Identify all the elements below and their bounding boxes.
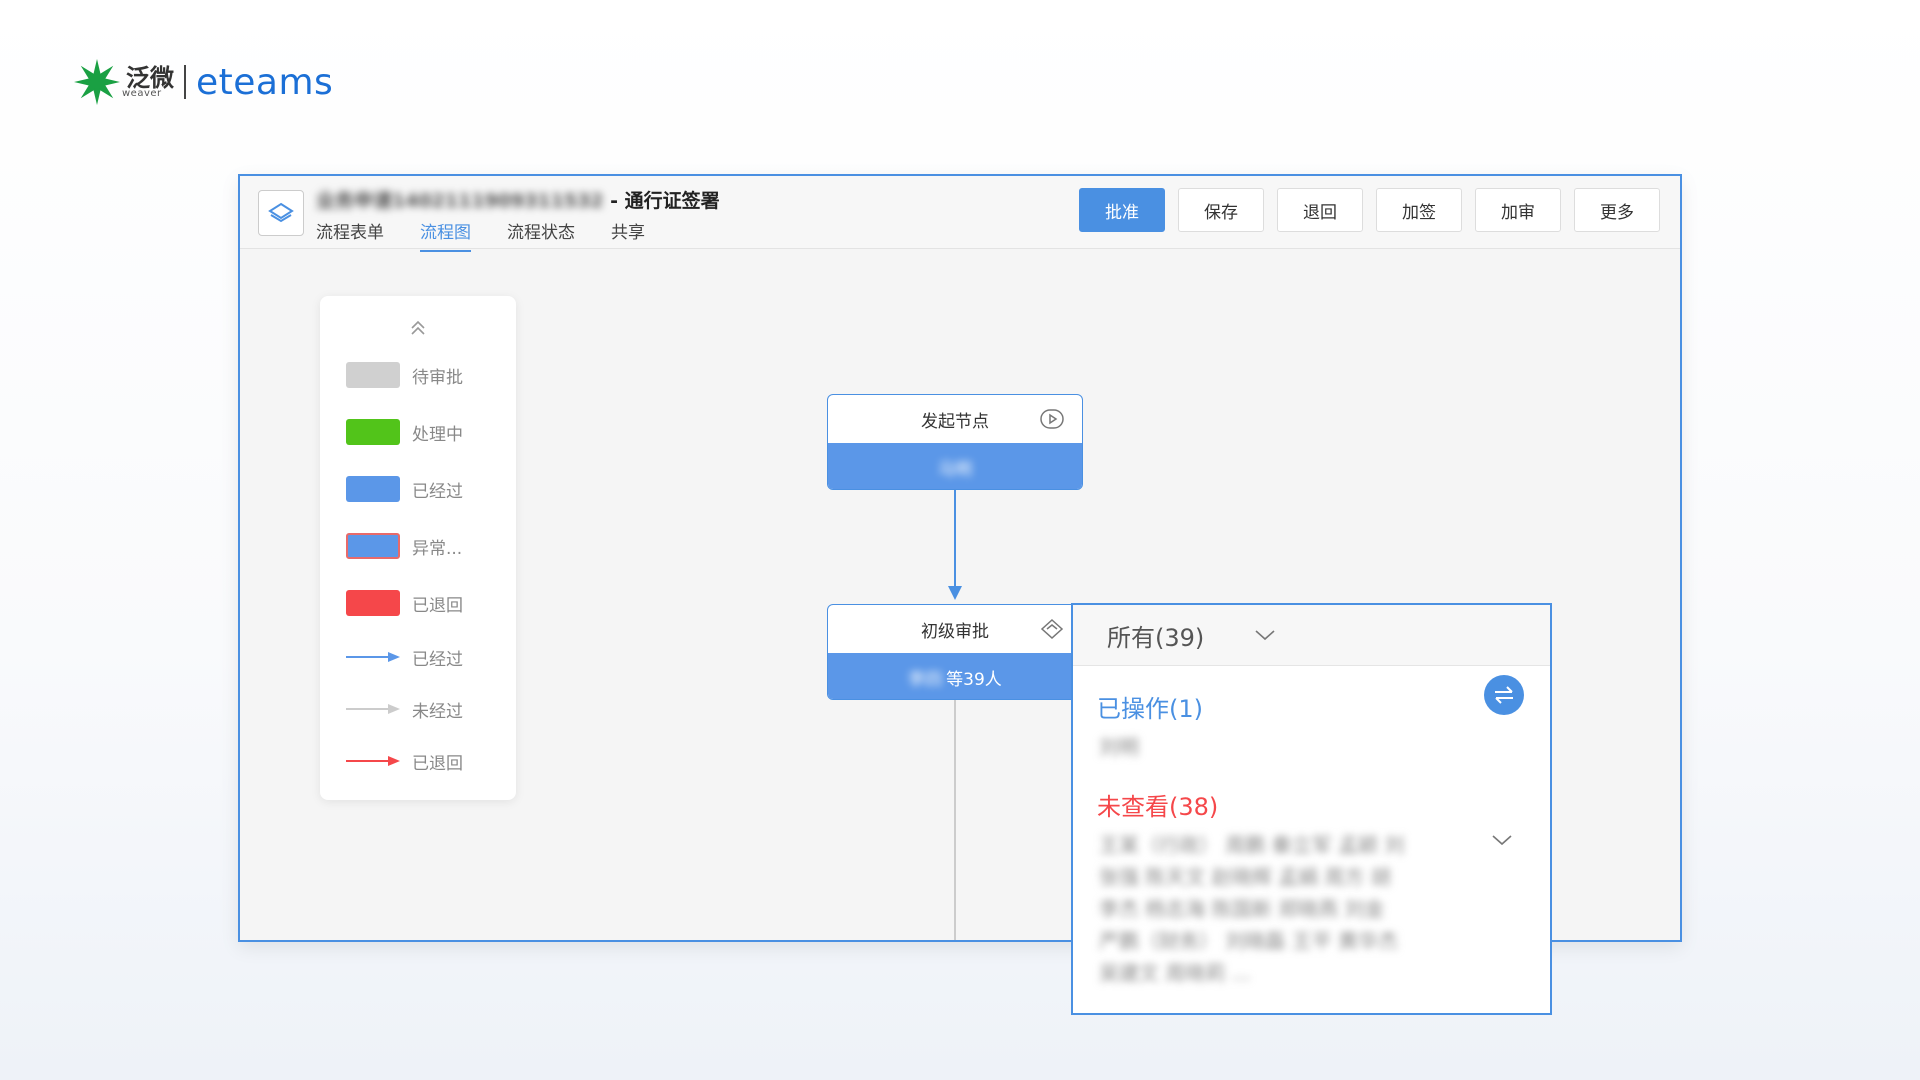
filter-label: 所有(39) (1107, 623, 1205, 652)
unread-names-line: 王某（行政） 周鹏 秦立军 孟颖 刘 (1099, 833, 1405, 857)
unread-names-line: 严鹏（财务） 刘晓磊 王平 黄华杰 (1099, 929, 1399, 953)
node-assignee-name: 李四 (908, 669, 943, 690)
swap-arrows-icon (1495, 686, 1513, 704)
diamond-icon[interactable] (1040, 618, 1064, 640)
node-header: 发起节点 (828, 395, 1082, 443)
chevron-down-icon[interactable] (1491, 833, 1513, 847)
play-circle-icon[interactable] (1040, 408, 1064, 430)
weaver-brand-text: 泛微 weaver (122, 66, 174, 99)
node-title: 发起节点 (921, 411, 989, 432)
operated-section-title: 已操作(1) (1097, 695, 1203, 723)
unread-section-title: 未查看(38) (1097, 793, 1219, 821)
flow-node-start[interactable]: 发起节点 马明 (827, 394, 1083, 490)
node-assignee-name: 马明 (938, 459, 972, 480)
node-assignee-count: 等39人 (946, 669, 1002, 690)
chevron-down-icon[interactable] (1254, 628, 1276, 642)
node-title: 初级审批 (921, 621, 989, 642)
node-header: 初级审批 (828, 605, 1082, 653)
unread-names-line: 李杰 杨志海 陈国新 郑晓燕 刘金 (1099, 897, 1385, 921)
weaver-eteams-logo: 泛微 weaver eteams (72, 56, 333, 108)
unread-names-line: 张强 陈天文 赵晓辉 孟娟 周方 胡 (1099, 865, 1391, 889)
node-assignee: 李四 等39人 (828, 653, 1082, 699)
eteams-wordmark: eteams (196, 61, 334, 103)
node-assignee: 马明 (828, 443, 1082, 489)
unread-names-line: 吴建文 周晓莉 ... (1099, 961, 1251, 985)
swap-button[interactable] (1484, 675, 1524, 715)
approver-filter[interactable]: 所有(39) (1073, 605, 1550, 666)
operated-names: 刘明 (1099, 735, 1139, 759)
approver-panel: 所有(39) 已操作(1) 刘明 未查看(38) 王某（行政） 周鹏 秦立军 孟… (1071, 603, 1552, 1015)
flow-node-initial-approval[interactable]: 初级审批 李四 等39人 (827, 604, 1083, 700)
weaver-logo-icon (74, 59, 120, 105)
logo-divider (184, 65, 186, 99)
